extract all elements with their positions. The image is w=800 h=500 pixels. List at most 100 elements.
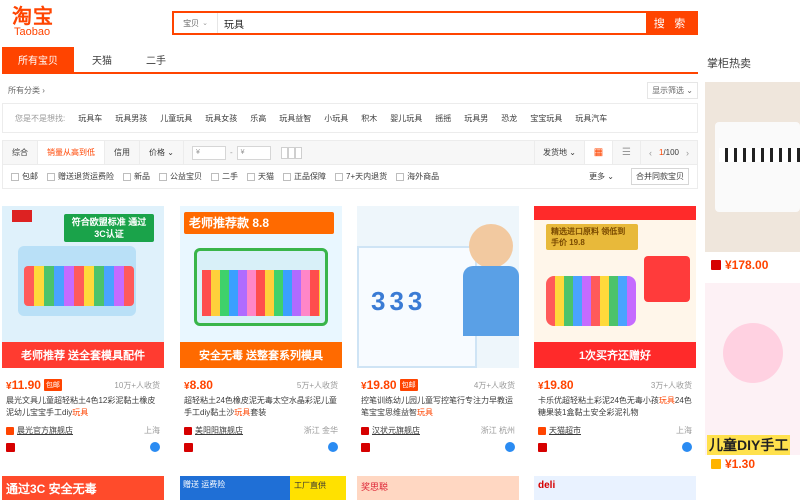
chevron-down-icon: ⌄	[202, 20, 208, 27]
next-page-icon[interactable]: ›	[686, 148, 689, 158]
grid-view-icon[interactable]: ▦	[583, 141, 612, 164]
factory-badge: 工厂直供	[290, 476, 346, 500]
chat-icon[interactable]	[505, 442, 515, 452]
display-filter-button[interactable]: 显示筛选 ⌄	[647, 81, 698, 99]
recommend-item[interactable]: ¥178.00	[705, 82, 800, 272]
prev-page-icon[interactable]: ‹	[649, 148, 652, 158]
shop-name[interactable]: 汉状元旗舰店	[372, 425, 420, 436]
suggest-keyword[interactable]: 玩具车	[78, 113, 102, 124]
logo-text-zh: 淘宝	[12, 4, 54, 28]
taobao-logo[interactable]: 淘宝 Taobao	[12, 6, 64, 40]
sort-overall[interactable]: 综合	[3, 141, 38, 164]
checkbox-icon	[247, 172, 255, 181]
suggest-keyword[interactable]: 玩具男孩	[115, 113, 147, 124]
suggest-keyword[interactable]: 恐龙	[501, 113, 517, 124]
filter-checkbox[interactable]: 正品保障	[283, 171, 326, 182]
sort-sales[interactable]: 销量从高到低	[38, 141, 105, 164]
filter-checkbox[interactable]: 二手	[211, 171, 238, 182]
product-card[interactable]: 精选进口原料 领低到手价 19.8 1次买齐还赠好 ¥19.80 3万+人收货 …	[534, 206, 696, 460]
search-input[interactable]	[218, 13, 646, 33]
suggest-keyword[interactable]: 小玩具	[324, 113, 348, 124]
suggest-keyword[interactable]: 玩具益智	[279, 113, 311, 124]
filter-checkbox[interactable]: 新品	[123, 171, 150, 182]
shop-name[interactable]: 天猫超市	[549, 425, 581, 436]
suggest-keyword[interactable]: 摇摇	[435, 113, 451, 124]
product-card-partial[interactable]: 通过3C 安全无毒	[2, 476, 164, 500]
product-title[interactable]: 卡乐优超轻粘土彩泥24色无毒小孩玩具24色糖果装1盒黏土安全彩泥礼物	[538, 395, 692, 419]
price-max-input[interactable]: ¥	[236, 145, 271, 160]
tab-second-hand[interactable]: 二手	[130, 47, 182, 72]
product-image-banner: 安全无毒 送整套系列模具	[180, 342, 342, 368]
product-image[interactable]: 精选进口原料 领低到手价 19.8 1次买齐还赠好	[534, 206, 696, 368]
recommend-item[interactable]: 儿童DIY手工 ¥1.30	[705, 283, 800, 471]
checkbox-icon	[283, 172, 291, 181]
sort-bar: 综合 销量从高到低 信用 价格 ⌄ ¥ - ¥ 发货地 ⌄ ▦ ☰ ‹ 1/10…	[2, 140, 698, 165]
tmall-icon	[361, 442, 370, 452]
product-card[interactable]: 老师推荐款 8.8 安全无毒 送整套系列模具 ¥8.80 5万+人收货 超轻粘土…	[180, 206, 342, 460]
recommend-title: 掌柜热卖	[707, 58, 751, 70]
price-distribution-icon[interactable]	[280, 146, 302, 159]
price-min-input[interactable]: ¥	[191, 145, 226, 160]
suggest-keyword[interactable]: 乐高	[250, 113, 266, 124]
recommend-label: 儿童DIY手工	[707, 435, 791, 455]
filter-checkbox[interactable]: 公益宝贝	[159, 171, 202, 182]
filter-checkbox[interactable]: 7+天内退货	[335, 171, 387, 182]
suggest-keyword[interactable]: 玩具汽车	[575, 113, 607, 124]
product-image[interactable]: 老师推荐款 8.8 安全无毒 送整套系列模具	[180, 206, 342, 368]
sort-price[interactable]: 价格 ⌄	[140, 141, 184, 164]
product-card-partial[interactable]: 奖思聪	[357, 476, 519, 500]
recommend-image[interactable]	[705, 82, 800, 252]
product-title[interactable]: 控笔训练幼儿园儿童写控笔行专注力早教运笔宝宝思维益智玩具	[361, 395, 515, 419]
filter-checkbox[interactable]: 包邮	[11, 171, 38, 182]
shop-name[interactable]: 晨光官方旗舰店	[17, 425, 73, 436]
checkbox-icon	[159, 172, 167, 181]
filter-checkbox[interactable]: 赠送退货运费险	[47, 171, 114, 182]
shop-name[interactable]: 美阳阳旗舰店	[195, 425, 243, 436]
sales-count: 3万+人收货	[650, 380, 692, 390]
filter-checkbox[interactable]: 天猫	[247, 171, 274, 182]
suggest-keyword[interactable]: 积木	[361, 113, 377, 124]
free-shipping-badge: 包邮	[399, 379, 418, 391]
checkbox-icon	[396, 172, 405, 181]
suggest-keyword[interactable]: 玩具男	[464, 113, 488, 124]
product-card[interactable]: 符合欧盟标准 通过3C认证 老师推荐 送全套模具配件 ¥11.90 包邮 10万…	[2, 206, 164, 460]
free-shipping-badge: 包邮	[43, 379, 62, 391]
tmall-icon	[184, 442, 193, 452]
brand-logo	[12, 210, 32, 222]
suggest-keyword[interactable]: 宝宝玩具	[530, 113, 562, 124]
sort-credit[interactable]: 信用	[105, 141, 140, 164]
location: 上海	[676, 426, 692, 435]
merge-same-items-button[interactable]: 合并同款宝贝	[631, 168, 689, 185]
filter-checkbox[interactable]: 海外商品	[396, 171, 439, 182]
did-you-mean-row: 您是不是想找: 玩具车 玩具男孩 儿童玩具 玩具女孩 乐高 玩具益智 小玩具 积…	[2, 103, 698, 133]
ship-from-select[interactable]: 发货地 ⌄	[534, 141, 584, 164]
chat-icon[interactable]	[150, 442, 160, 452]
shop-icon	[184, 426, 192, 435]
search-category-label: 宝贝	[183, 18, 200, 28]
suggest-keyword[interactable]: 婴儿玩具	[390, 113, 422, 124]
chat-icon[interactable]	[682, 442, 692, 452]
more-filters-button[interactable]: 更多 ⌄	[589, 171, 614, 182]
chat-icon[interactable]	[328, 442, 338, 452]
product-card[interactable]: 333 ¥19.80 包邮 4万+人收货 控笔训练幼儿园儿童写控笔行专注力早教运…	[357, 206, 519, 460]
suggest-keyword[interactable]: 儿童玩具	[160, 113, 192, 124]
tab-all-items[interactable]: 所有宝贝	[2, 47, 74, 72]
search-category-select[interactable]: 宝贝 ⌄	[174, 13, 218, 33]
suggest-keyword[interactable]: 玩具女孩	[205, 113, 237, 124]
location: 浙江 金华	[303, 426, 338, 435]
product-image-banner: 老师推荐 送全套模具配件	[2, 342, 164, 368]
product-card-partial[interactable]: deli	[534, 476, 696, 500]
location: 浙江 杭州	[480, 426, 515, 435]
all-categories-link[interactable]: 所有分类 ›	[8, 85, 45, 96]
product-image-banner: 1次买齐还赠好	[534, 342, 696, 368]
product-image[interactable]: 符合欧盟标准 通过3C认证 老师推荐 送全套模具配件	[2, 206, 164, 368]
list-view-icon[interactable]: ☰	[611, 141, 640, 164]
search-button[interactable]: 搜 索	[646, 13, 696, 33]
product-title[interactable]: 超轻粘土24色橡皮泥无毒太空水晶彩泥儿童手工diy黏土沙玩具套装	[184, 395, 338, 419]
recommend-image[interactable]: 儿童DIY手工	[705, 283, 800, 455]
product-price: ¥11.90	[6, 378, 41, 392]
sales-count: 5万+人收货	[296, 380, 338, 390]
tab-tmall[interactable]: 天猫	[74, 47, 130, 72]
product-title[interactable]: 晨光文具儿童超轻粘土4色12彩泥黏土橡皮泥幼儿宝宝手工diy玩具	[6, 395, 160, 419]
product-image[interactable]: 333	[357, 206, 519, 368]
